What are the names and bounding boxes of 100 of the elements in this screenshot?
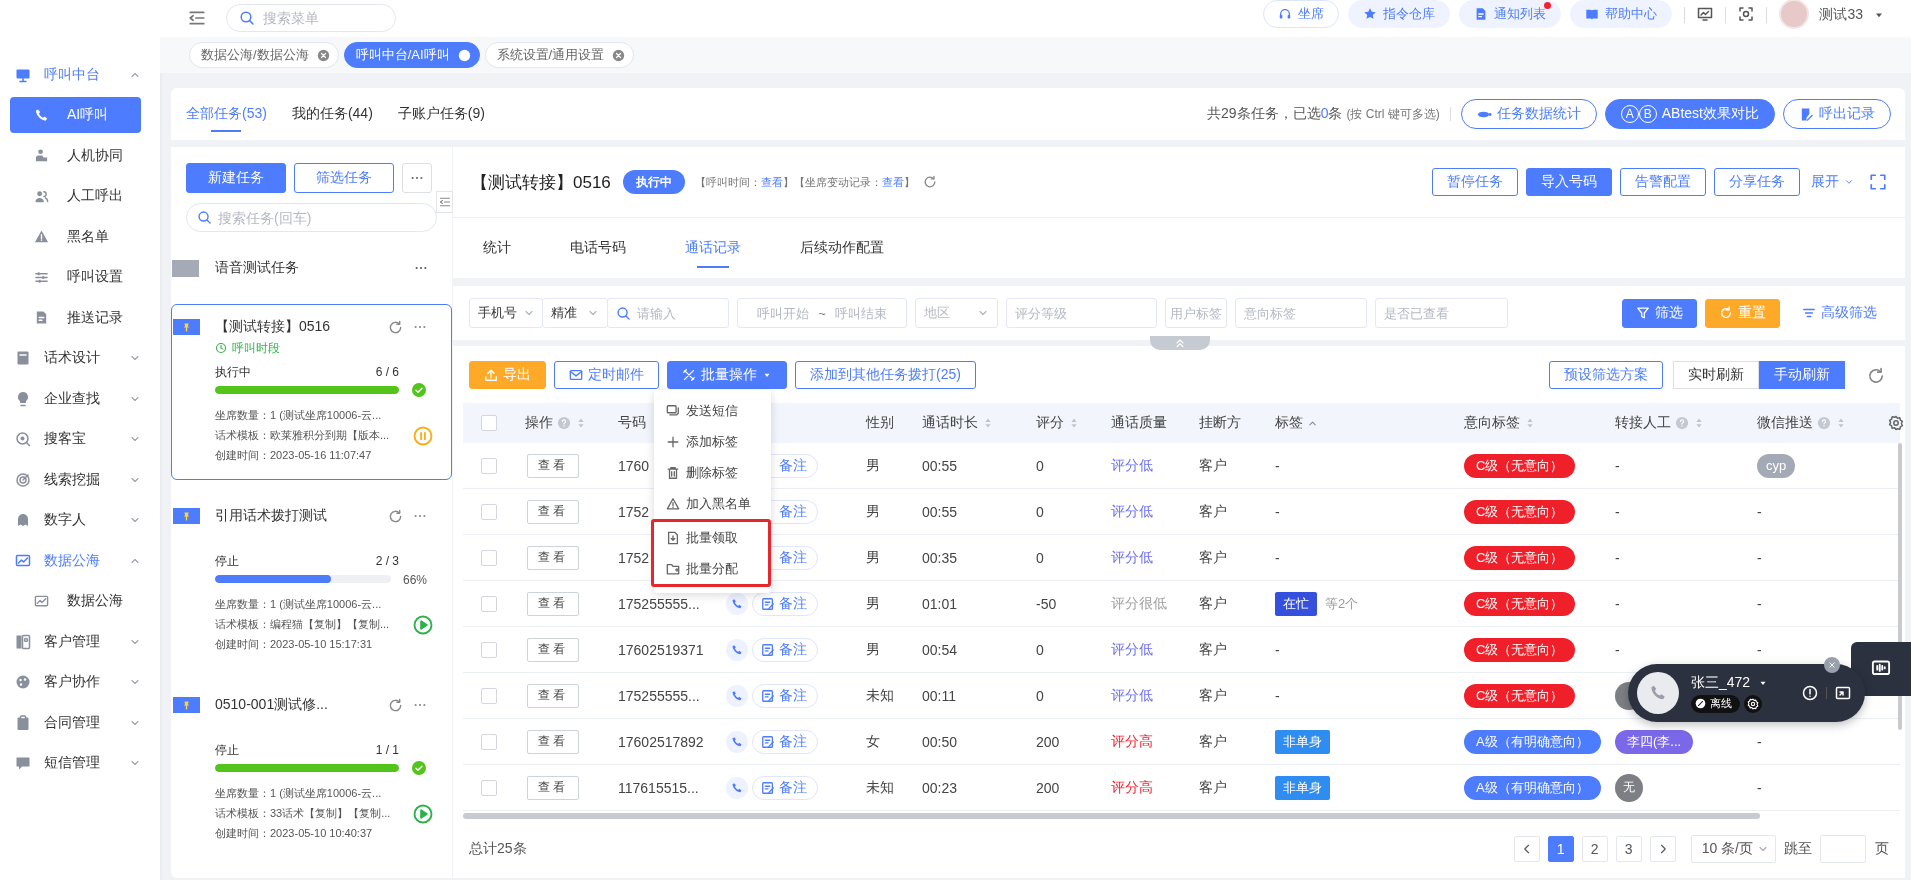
view-button[interactable]: 查看 — [527, 591, 579, 616]
tab[interactable]: 通话记录 — [685, 218, 741, 278]
sidebar-item[interactable]: 呼叫中台 — [10, 56, 141, 93]
sidebar-item[interactable]: 人工呼出 — [10, 178, 141, 214]
menu-icon[interactable] — [188, 9, 206, 27]
dial-button[interactable] — [726, 730, 748, 753]
search-input[interactable]: 请输入 — [637, 305, 720, 321]
dial-button[interactable] — [726, 638, 748, 661]
sidebar-item[interactable]: 呼叫设置 — [10, 259, 141, 295]
action-button[interactable]: 暂停任务 — [1432, 168, 1518, 196]
sidebar-item[interactable]: 客户协作 — [10, 664, 141, 700]
tab[interactable]: 我的任务(44) — [291, 88, 373, 140]
help-icon[interactable] — [1817, 416, 1831, 430]
view-link[interactable]: 查看 — [760, 175, 783, 188]
view-link[interactable]: 查看 — [881, 175, 904, 188]
preset-button[interactable]: 预设筛选方案 — [1549, 361, 1663, 389]
view-button[interactable]: 查看 — [527, 545, 579, 570]
checkbox[interactable] — [481, 457, 497, 474]
toolbar-button[interactable]: 定时邮件 — [554, 361, 659, 389]
search-field[interactable]: 请输入 — [607, 298, 729, 328]
note-button[interactable]: 备注 — [752, 775, 818, 800]
search-input[interactable]: 搜索菜单 — [263, 10, 383, 26]
checkbox[interactable] — [481, 415, 497, 431]
view-button[interactable]: 查看 — [527, 775, 579, 800]
play-icon[interactable] — [413, 615, 433, 635]
task-card[interactable]: 【测试转接】0516 呼叫时段 执行中 6 / 6 坐席数量：1 (测试坐席10006-云... 话术模板：欧莱雅积分到期【版本... 创建时间：2023-05-16 11:07:47 — [171, 304, 452, 480]
note-button[interactable]: 备注 — [752, 637, 818, 662]
sidebar-item[interactable]: 数字人 — [10, 502, 141, 538]
header-link-button[interactable]: 指令仓库 — [1348, 0, 1451, 28]
header-button[interactable]: A B ABtest效果对比 — [1604, 99, 1775, 129]
tab[interactable]: 后续动作配置 — [800, 218, 884, 278]
page-button[interactable]: 3 — [1615, 835, 1642, 862]
segment-button[interactable]: 实时刷新 — [1673, 361, 1759, 389]
task-button[interactable]: 新建任务 — [186, 163, 286, 193]
page-button[interactable]: 2 — [1581, 835, 1608, 862]
sidebar-item[interactable]: 人机协同 — [10, 137, 141, 174]
select-field[interactable]: 精准 — [542, 298, 608, 328]
input-field[interactable]: 用户标签 — [1165, 298, 1227, 328]
checkbox[interactable] — [481, 641, 497, 658]
sidebar-item[interactable]: 推送记录 — [10, 299, 141, 336]
info-icon[interactable] — [1802, 685, 1818, 701]
dial-button[interactable] — [726, 776, 748, 799]
prev-button[interactable] — [1513, 835, 1540, 862]
header-button[interactable]: 任务数据统计 — [1460, 99, 1597, 129]
page-size-select[interactable]: 10 条/页 — [1690, 834, 1776, 863]
checkbox[interactable] — [481, 549, 497, 566]
status-badge[interactable]: 离线 — [1691, 694, 1740, 713]
task-card[interactable]: 0510-001测试修... 停止 1 / 1 坐席数量：1 (测试坐席10006-云... 话术模板：33话术【复制】【复制... 创建时间：2023-05-10 10:40:37 — [171, 682, 452, 858]
next-button[interactable] — [1649, 835, 1676, 862]
header-link-button[interactable]: 通知列表 — [1459, 0, 1562, 28]
action-button[interactable]: 导入号码 — [1526, 168, 1612, 196]
sidebar-item[interactable]: 数据公海 — [10, 583, 141, 619]
view-button[interactable]: 查看 — [527, 499, 579, 524]
help-icon[interactable] — [557, 416, 571, 430]
play-icon[interactable] — [413, 804, 433, 824]
tab[interactable]: 全部任务(53) — [186, 88, 267, 140]
dial-button[interactable] — [726, 592, 748, 615]
task-group-title[interactable]: 语音测试任务 — [215, 259, 414, 277]
dropdown-button[interactable]: 批量操作 — [667, 361, 787, 389]
help-icon[interactable] — [1675, 416, 1689, 430]
fullscreen-icon[interactable] — [1869, 173, 1887, 191]
refresh-icon[interactable] — [1867, 367, 1885, 385]
page-button[interactable]: 1 — [1547, 835, 1574, 862]
date-input[interactable]: 呼叫结束 — [829, 305, 892, 321]
action-button[interactable]: 展开 — [1808, 168, 1857, 196]
collapse-button[interactable] — [1150, 336, 1210, 350]
tab[interactable]: 子账户任务(9) — [397, 88, 485, 140]
checkbox[interactable] — [481, 687, 497, 704]
sidebar-item[interactable]: 合同管理 — [10, 704, 141, 741]
select-field[interactable]: 手机号 — [469, 298, 543, 328]
checkbox[interactable] — [481, 503, 497, 520]
monitor-icon[interactable] — [1697, 6, 1714, 22]
task-button[interactable]: 筛选任务 — [294, 163, 394, 193]
toolbar-button[interactable]: 添加到其他任务拨打(25) — [795, 361, 976, 389]
view-button[interactable]: 查看 — [527, 729, 579, 754]
checkbox[interactable] — [481, 779, 497, 796]
header-button[interactable]: 呼出记录 — [1783, 99, 1891, 129]
page-input[interactable] — [1820, 834, 1866, 863]
sidebar-item[interactable]: 短信管理 — [10, 745, 141, 781]
input-field[interactable]: 评分等级 — [1006, 298, 1157, 328]
menu-item[interactable]: 发送短信 — [654, 395, 771, 426]
sidebar-item[interactable]: 话术设计 — [10, 340, 141, 376]
header-link-button[interactable]: 坐席 — [1263, 0, 1340, 28]
view-button[interactable]: 查看 — [527, 637, 579, 662]
view-button[interactable]: 查看 — [527, 683, 579, 708]
input-field[interactable]: 意向标签 — [1235, 298, 1367, 328]
page-tab[interactable]: 系统设置/通用设置 — [484, 42, 635, 68]
screenshot-icon[interactable] — [1738, 6, 1755, 22]
date-range-field[interactable]: 呼叫开始 ~ 呼叫结束 — [737, 298, 907, 328]
date-input[interactable]: 呼叫开始 — [752, 305, 815, 321]
user-name[interactable]: 测试33 — [1819, 6, 1863, 24]
sidebar-item[interactable]: 企业查找 — [10, 380, 141, 417]
action-button[interactable]: 告警配置 — [1620, 168, 1706, 196]
collapse-button[interactable] — [436, 191, 453, 213]
checkbox[interactable] — [481, 733, 497, 750]
expand-icon[interactable] — [1835, 685, 1851, 701]
segment-button[interactable]: 手动刷新 — [1759, 361, 1845, 389]
filter-button[interactable]: 高级筛选 — [1788, 298, 1891, 328]
page-tab[interactable]: 数据公海/数据公海 — [189, 42, 339, 68]
settings-icon[interactable] — [1888, 415, 1904, 431]
